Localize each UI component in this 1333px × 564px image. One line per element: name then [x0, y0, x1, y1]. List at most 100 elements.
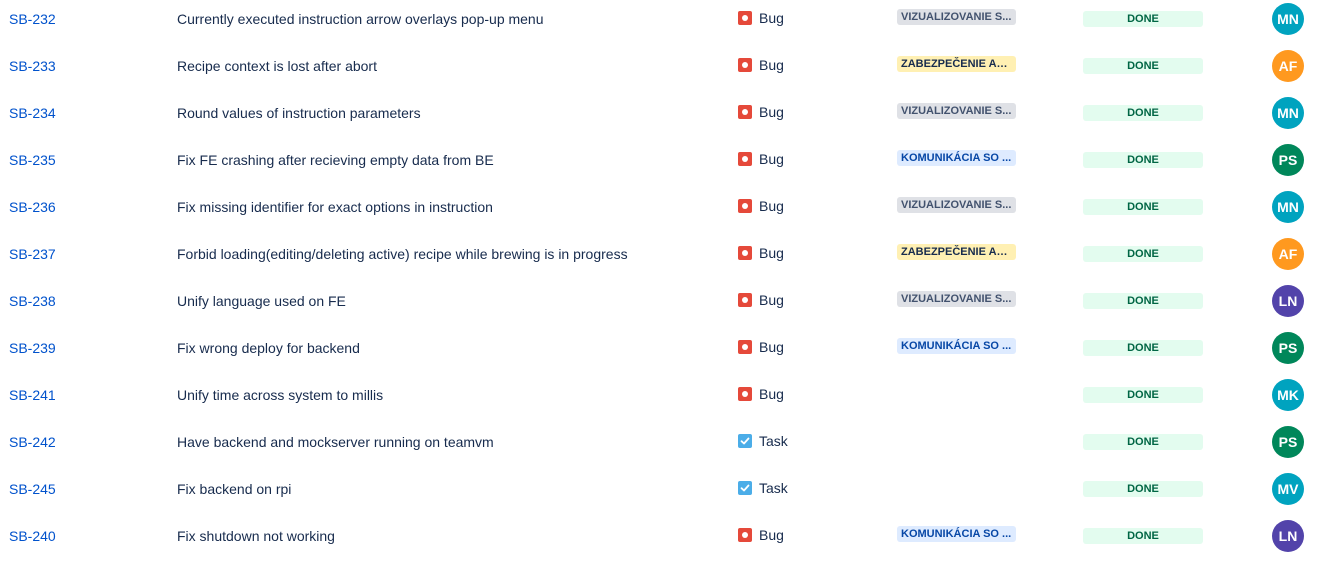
issue-type-label: Task [759, 433, 788, 449]
issue-row[interactable]: SB-241 Unify time across system to millis… [0, 376, 1333, 423]
issue-summary[interactable]: Unify time across system to millis [177, 387, 383, 403]
epic-lozenge[interactable]: KOMUNIKÁCIA SO ... [897, 150, 1016, 166]
issue-type-label: Bug [759, 57, 784, 73]
issue-type: Bug [738, 102, 784, 122]
issue-row[interactable]: SB-239 Fix wrong deploy for backend Bug KOM… [0, 329, 1333, 376]
issue-row[interactable]: SB-232 Currently executed instruction arr… [0, 0, 1333, 47]
epic-lozenge[interactable]: VIZUALIZOVANIE S... [897, 103, 1016, 119]
assignee-avatar[interactable]: MK [1272, 379, 1304, 411]
status-badge[interactable]: DONE [1083, 58, 1203, 74]
issue-key-link[interactable]: SB-234 [9, 105, 56, 121]
issue-type: Bug [738, 55, 784, 75]
status-badge[interactable]: DONE [1083, 199, 1203, 215]
issue-summary[interactable]: Currently executed instruction arrow ove… [177, 11, 544, 27]
issue-row[interactable]: SB-240 Fix shutdown not working Bug KOMUNIK… [0, 517, 1333, 564]
issue-type-label: Bug [759, 10, 784, 26]
epic-lozenge[interactable]: ZABEZPEČENIE AUT... [897, 244, 1016, 260]
status-badge[interactable]: DONE [1083, 293, 1203, 309]
bug-icon [738, 293, 752, 307]
issue-row[interactable]: SB-236 Fix missing identifier for exact o… [0, 188, 1333, 235]
bug-icon [738, 199, 752, 213]
bug-icon [738, 105, 752, 119]
issue-row[interactable]: SB-233 Recipe context is lost after abort… [0, 47, 1333, 94]
issue-row[interactable]: SB-235 Fix FE crashing after recieving em… [0, 141, 1333, 188]
epic-lozenge[interactable]: VIZUALIZOVANIE S... [897, 291, 1016, 307]
issue-type-label: Bug [759, 245, 784, 261]
issue-type: Bug [738, 196, 784, 216]
issue-key-link[interactable]: SB-236 [9, 199, 56, 215]
issue-type: Bug [738, 149, 784, 169]
issue-key-link[interactable]: SB-245 [9, 481, 56, 497]
epic-lozenge[interactable]: VIZUALIZOVANIE S... [897, 197, 1016, 213]
issue-key-link[interactable]: SB-240 [9, 528, 56, 544]
issue-key-link[interactable]: SB-237 [9, 246, 56, 262]
issue-key-link[interactable]: SB-241 [9, 387, 56, 403]
task-icon [738, 434, 752, 448]
status-badge[interactable]: DONE [1083, 105, 1203, 121]
status-badge[interactable]: DONE [1083, 434, 1203, 450]
epic-lozenge[interactable]: KOMUNIKÁCIA SO ... [897, 526, 1016, 542]
bug-icon [738, 528, 752, 542]
issue-type-label: Bug [759, 527, 784, 543]
issue-summary[interactable]: Fix shutdown not working [177, 528, 335, 544]
status-badge[interactable]: DONE [1083, 152, 1203, 168]
issue-key-link[interactable]: SB-238 [9, 293, 56, 309]
bug-icon [738, 387, 752, 401]
status-badge[interactable]: DONE [1083, 246, 1203, 262]
status-badge[interactable]: DONE [1083, 340, 1203, 356]
issue-summary[interactable]: Have backend and mockserver running on t… [177, 434, 494, 450]
task-icon [738, 481, 752, 495]
issue-summary[interactable]: Unify language used on FE [177, 293, 346, 309]
assignee-avatar[interactable]: PS [1272, 144, 1304, 176]
issue-key-link[interactable]: SB-242 [9, 434, 56, 450]
issue-summary[interactable]: Fix missing identifier for exact options… [177, 199, 493, 215]
issue-type: Task [738, 478, 788, 498]
assignee-avatar[interactable]: LN [1272, 285, 1304, 317]
assignee-avatar[interactable]: MV [1272, 473, 1304, 505]
issue-row[interactable]: SB-237 Forbid loading(editing/deleting ac… [0, 235, 1333, 282]
issue-key-link[interactable]: SB-239 [9, 340, 56, 356]
issue-summary[interactable]: Recipe context is lost after abort [177, 58, 377, 74]
issue-type: Bug [738, 384, 784, 404]
issue-row[interactable]: SB-238 Unify language used on FE Bug VIZUAL… [0, 282, 1333, 329]
assignee-avatar[interactable]: MN [1272, 191, 1304, 223]
status-badge[interactable]: DONE [1083, 387, 1203, 403]
assignee-avatar[interactable]: PS [1272, 332, 1304, 364]
issue-type: Bug [738, 525, 784, 545]
issue-type-label: Bug [759, 151, 784, 167]
epic-lozenge[interactable]: ZABEZPEČENIE AUT... [897, 56, 1016, 72]
issue-key-link[interactable]: SB-235 [9, 152, 56, 168]
bug-icon [738, 340, 752, 354]
bug-icon [738, 58, 752, 72]
issue-summary[interactable]: Fix wrong deploy for backend [177, 340, 360, 356]
issue-type-label: Bug [759, 292, 784, 308]
issue-summary[interactable]: Forbid loading(editing/deleting active) … [177, 246, 628, 262]
issue-type: Bug [738, 8, 784, 28]
issue-row[interactable]: SB-242 Have backend and mockserver runnin… [0, 423, 1333, 470]
issue-type-label: Bug [759, 198, 784, 214]
issue-type: Bug [738, 243, 784, 263]
issue-list: SB-232 Currently executed instruction arr… [0, 0, 1333, 556]
status-badge[interactable]: DONE [1083, 11, 1203, 27]
epic-lozenge[interactable]: KOMUNIKÁCIA SO ... [897, 338, 1016, 354]
issue-key-link[interactable]: SB-233 [9, 58, 56, 74]
issue-summary[interactable]: Fix backend on rpi [177, 481, 291, 497]
status-badge[interactable]: DONE [1083, 481, 1203, 497]
issue-key-link[interactable]: SB-232 [9, 11, 56, 27]
issue-row[interactable]: SB-234 Round values of instruction parame… [0, 94, 1333, 141]
issue-summary[interactable]: Fix FE crashing after recieving empty da… [177, 152, 494, 168]
assignee-avatar[interactable]: AF [1272, 50, 1304, 82]
assignee-avatar[interactable]: LN [1272, 520, 1304, 552]
status-badge[interactable]: DONE [1083, 528, 1203, 544]
epic-lozenge[interactable]: VIZUALIZOVANIE S... [897, 9, 1016, 25]
issue-type: Bug [738, 337, 784, 357]
issue-type-label: Task [759, 480, 788, 496]
bug-icon [738, 246, 752, 260]
assignee-avatar[interactable]: MN [1272, 3, 1304, 35]
issue-summary[interactable]: Round values of instruction parameters [177, 105, 421, 121]
assignee-avatar[interactable]: MN [1272, 97, 1304, 129]
assignee-avatar[interactable]: AF [1272, 238, 1304, 270]
bug-icon [738, 152, 752, 166]
assignee-avatar[interactable]: PS [1272, 426, 1304, 458]
issue-row[interactable]: SB-245 Fix backend on rpi Task DONE MV [0, 470, 1333, 517]
